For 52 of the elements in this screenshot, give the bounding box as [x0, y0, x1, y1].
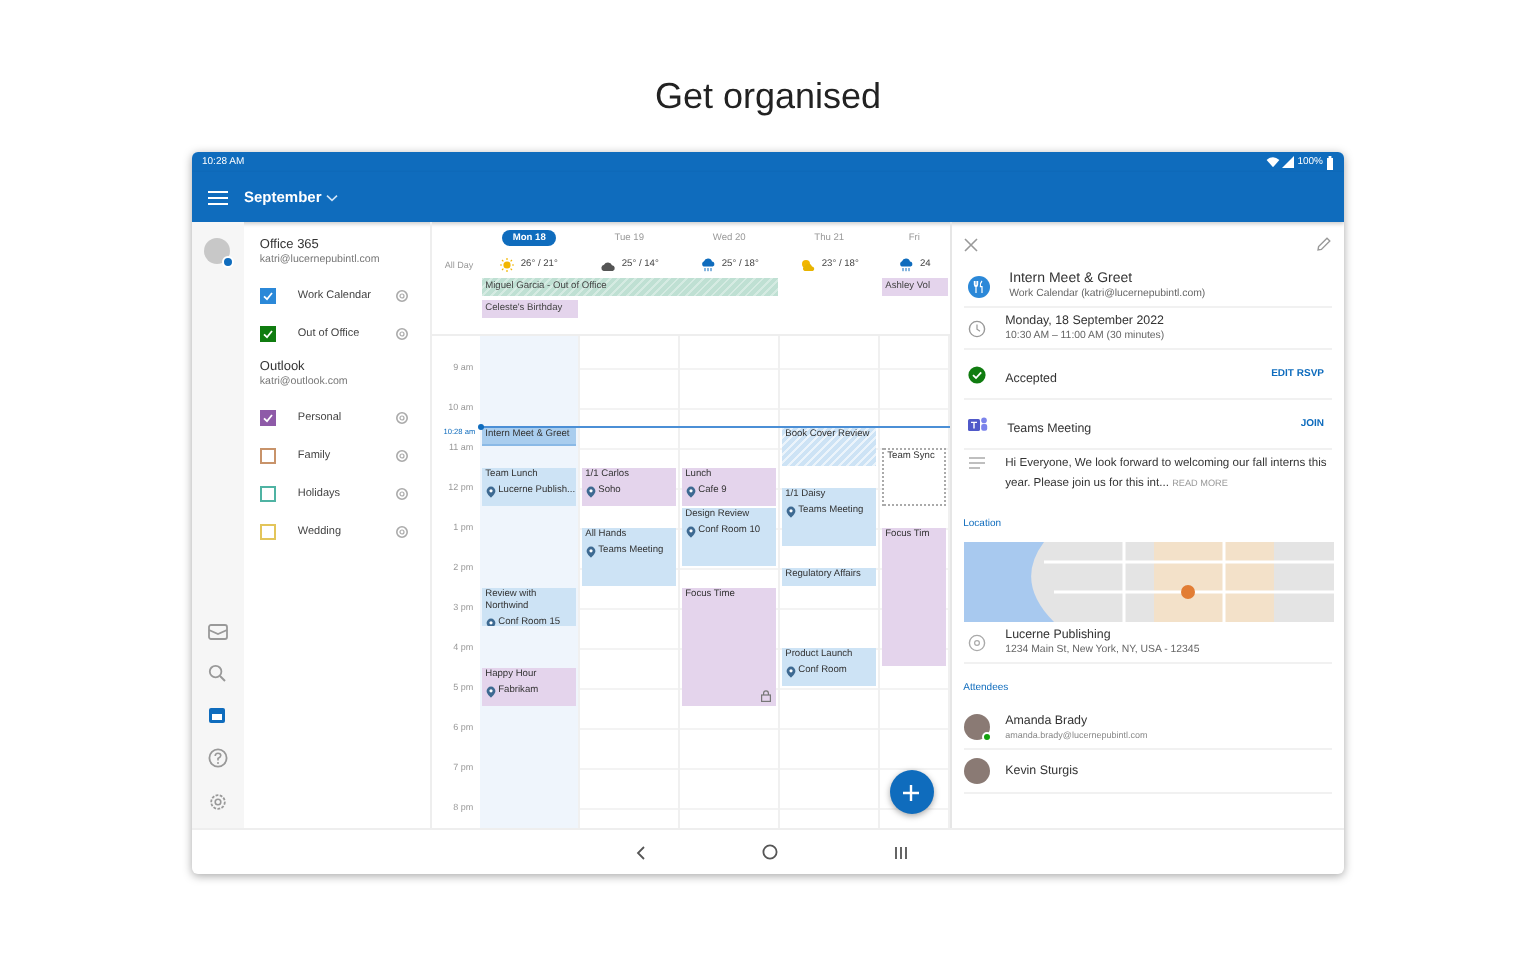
pin-icon: [485, 485, 496, 497]
accepted-badge: [981, 732, 992, 742]
search-icon[interactable]: [208, 664, 227, 682]
checkbox[interactable]: [259, 485, 276, 501]
checkbox[interactable]: [259, 447, 276, 463]
mail-icon[interactable]: [207, 624, 228, 640]
sun-cloud-icon: [799, 258, 816, 272]
checkbox[interactable]: [259, 523, 276, 539]
back-icon[interactable]: [636, 845, 646, 859]
lock-icon: [759, 690, 772, 702]
people-icon: [967, 416, 988, 432]
checkbox[interactable]: [259, 287, 276, 303]
cloud-rain-icon: [897, 258, 914, 272]
settings-icon[interactable]: [393, 325, 410, 341]
cloud-rain-icon: [699, 258, 716, 272]
settings-icon[interactable]: [393, 287, 410, 303]
cutlery-icon: [967, 275, 990, 297]
settings-icon[interactable]: [393, 485, 410, 501]
sun-icon: [500, 258, 515, 272]
check-circle-icon: [967, 365, 986, 383]
add-event-button[interactable]: [889, 770, 934, 814]
notes-icon: [967, 456, 986, 470]
checkbox[interactable]: [259, 325, 276, 341]
settings-icon[interactable]: [207, 792, 228, 812]
settings-icon[interactable]: [393, 523, 410, 539]
account-avatar[interactable]: [204, 238, 231, 264]
chevron-down-icon: [325, 193, 338, 201]
close-icon[interactable]: [963, 237, 978, 251]
pin-icon: [585, 545, 596, 557]
pin-icon: [685, 485, 696, 497]
menu-icon[interactable]: [208, 189, 228, 205]
battery-icon: [1326, 155, 1334, 169]
wifi-icon: [1265, 156, 1280, 168]
settings-icon[interactable]: [393, 409, 410, 425]
pin-icon: [485, 685, 496, 697]
signal-icon: [1282, 156, 1295, 168]
page-heading: Get organised: [654, 74, 882, 120]
pin-icon: [585, 485, 596, 497]
checkbox[interactable]: [259, 409, 276, 425]
recent-apps-icon[interactable]: [894, 845, 908, 859]
plus-icon: [902, 783, 921, 801]
help-icon[interactable]: [207, 748, 228, 768]
pin-icon: [485, 617, 496, 626]
calendar-icon[interactable]: [208, 706, 227, 724]
pin-icon: [685, 525, 696, 537]
settings-icon[interactable]: [393, 447, 410, 463]
pin-icon: [785, 665, 796, 677]
clock-icon: [967, 319, 986, 337]
pencil-icon[interactable]: [1316, 236, 1332, 252]
pin-icon: [785, 505, 796, 517]
home-icon[interactable]: [762, 844, 778, 860]
cloud-icon: [599, 259, 616, 271]
